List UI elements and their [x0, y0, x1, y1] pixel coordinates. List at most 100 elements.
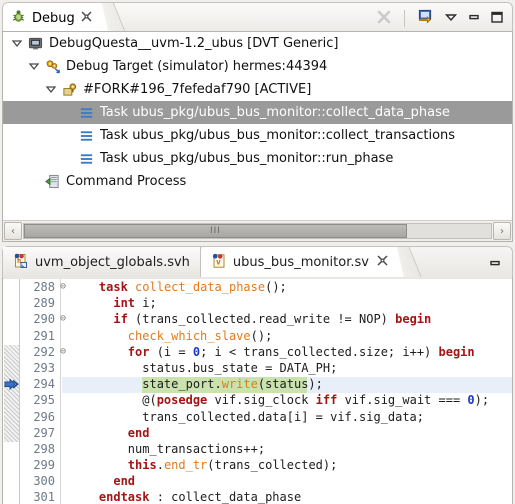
- code-line[interactable]: 301 endtask : collect_data_phase: [3, 490, 512, 504]
- disconnect-icon: [376, 9, 392, 28]
- code-line[interactable]: 300 end: [3, 474, 512, 490]
- tree-row[interactable]: Command Process: [3, 170, 512, 193]
- bug-icon: [11, 9, 26, 27]
- line-number: 291: [33, 328, 55, 343]
- code-line[interactable]: 296 trans_collected.data[i] = vif.sig_da…: [3, 410, 512, 426]
- fold-collapse-icon[interactable]: ⊖: [57, 346, 69, 357]
- debug-view-tabbar: Debug: [2, 2, 513, 33]
- code-text: state_port.write(status);: [142, 377, 323, 392]
- code-lines[interactable]: 288 ⊖ task collect_data_phase(); 289 int i…: [3, 280, 512, 504]
- tree-row[interactable]: Task ubus_pkg/ubus_bus_monitor::collect_…: [3, 101, 512, 124]
- debug-target-icon: [44, 59, 61, 74]
- code-line[interactable]: 299 this.end_tr(trans_collected);: [3, 458, 512, 474]
- close-icon[interactable]: [81, 11, 92, 25]
- tree-horizontal-scrollbar[interactable]: ‹ III ›: [3, 220, 512, 241]
- debug-tree-panel: DebugQuesta__uvm-1.2_ubus [DVT Generic] D…: [2, 31, 513, 242]
- tree-row[interactable]: Task ubus_pkg/ubus_bus_monitor::run_phas…: [3, 147, 512, 170]
- tab-debug[interactable]: Debug: [3, 3, 105, 33]
- line-number: 289: [33, 296, 55, 311]
- editor-area: h uvm_object_globals.svh v ubus_bus_monitor…: [0, 246, 515, 504]
- relaunch-icon[interactable]: [417, 9, 435, 28]
- scroll-track[interactable]: III: [23, 223, 492, 239]
- code-text: @(posedge vif.sig_clock iff vif.sig_wait…: [142, 393, 490, 408]
- tree-row-label: Task ubus_pkg/ubus_bus_monitor::run_phas…: [100, 151, 394, 166]
- sv-file-icon: v: [211, 253, 227, 273]
- tree-row[interactable]: DebugQuesta__uvm-1.2_ubus [DVT Generic]: [3, 32, 512, 55]
- debug-view: Debug DebugQuesta__uvm-1.2_ubus [DVT Gen…: [0, 0, 515, 244]
- line-number: 290: [33, 312, 55, 327]
- tree-row[interactable]: Task ubus_pkg/ubus_bus_monitor::collect_…: [3, 124, 512, 147]
- tree-row[interactable]: Debug Target (simulator) hermes:44394: [3, 55, 512, 78]
- code-editor[interactable]: 288 ⊖ task collect_data_phase(); 289 int i…: [2, 277, 513, 504]
- stackframe-icon: [78, 152, 95, 166]
- debug-view-toolbar: [376, 3, 504, 33]
- tree-row-label: Command Process: [66, 174, 187, 189]
- code-line[interactable]: 294 state_port.write(status);: [3, 377, 512, 394]
- tree-row[interactable]: #FORK#196_7fefedaf790 [ACTIVE]: [3, 78, 512, 101]
- toolbar-separator: [404, 9, 405, 27]
- editor-top-strip: [3, 277, 512, 279]
- editor-tab-label: ubus_bus_monitor.sv: [232, 255, 369, 270]
- tree-row-label: Task ubus_pkg/ubus_bus_monitor::collect_…: [100, 105, 450, 120]
- line-number: 293: [33, 360, 55, 375]
- code-text: trans_collected.data[i] = vif.sig_data;: [142, 409, 425, 424]
- tab-debug-label: Debug: [32, 10, 75, 26]
- line-number: 294: [33, 377, 55, 392]
- code-line[interactable]: 297 end: [3, 426, 512, 442]
- stackframe-icon: [78, 129, 95, 143]
- editor-tab[interactable]: v ubus_bus_monitor.sv: [200, 247, 399, 278]
- code-text: num_transactions++;: [127, 441, 266, 456]
- editor-tab[interactable]: h uvm_object_globals.svh: [3, 247, 201, 278]
- tree-row-label: DebugQuesta__uvm-1.2_ubus [DVT Generic]: [49, 36, 339, 51]
- line-number: 301: [33, 490, 55, 504]
- tree-row-label: Debug Target (simulator) hermes:44394: [66, 59, 328, 74]
- minimize-icon[interactable]: [467, 10, 481, 27]
- code-text: end: [113, 474, 136, 489]
- scroll-right-button[interactable]: ›: [493, 222, 511, 240]
- stackframe-icon: [78, 106, 95, 120]
- code-line[interactable]: 295 @(posedge vif.sig_clock iff vif.sig_…: [3, 393, 512, 409]
- line-number: 300: [33, 474, 55, 489]
- code-line[interactable]: 293 status.bus_state = DATA_PH;: [3, 361, 512, 377]
- svg-text:v: v: [216, 257, 221, 266]
- view-menu-icon[interactable]: [444, 10, 458, 27]
- code-line[interactable]: 291 check_which_slave();: [3, 329, 512, 345]
- code-text: status.bus_state = DATA_PH;: [142, 360, 338, 375]
- line-number: 299: [33, 458, 55, 473]
- code-line[interactable]: 288 ⊖ task collect_data_phase();: [3, 280, 512, 296]
- code-text: int i;: [113, 296, 157, 311]
- line-number: 295: [33, 393, 55, 408]
- code-text: if (trans_collected.read_write != NOP) b…: [113, 312, 432, 327]
- close-icon[interactable]: [377, 255, 388, 270]
- line-number: 297: [33, 425, 55, 440]
- scroll-left-button[interactable]: ‹: [4, 222, 22, 240]
- line-number: 296: [33, 409, 55, 424]
- maximize-icon[interactable]: [490, 10, 504, 27]
- code-text: this.end_tr(trans_collected);: [127, 458, 338, 473]
- chevron-down-icon[interactable]: [45, 83, 58, 96]
- thread-icon: [61, 82, 78, 97]
- code-text: for (i = 0; i < trans_collected.size; i+…: [127, 344, 475, 359]
- editor-tab-label: uvm_object_globals.svh: [35, 255, 190, 270]
- code-text: check_which_slave();: [127, 328, 273, 343]
- launch-icon: [27, 36, 44, 51]
- fold-collapse-icon[interactable]: ⊖: [57, 313, 69, 324]
- editor-tabbar: h uvm_object_globals.svh v ubus_bus_monitor…: [2, 246, 513, 278]
- code-text: endtask : collect_data_phase: [98, 490, 302, 504]
- scroll-thumb[interactable]: III: [24, 224, 407, 238]
- code-line[interactable]: 289 int i;: [3, 296, 512, 312]
- debug-tree[interactable]: DebugQuesta__uvm-1.2_ubus [DVT Generic] D…: [3, 32, 512, 220]
- code-line[interactable]: 298 num_transactions++;: [3, 442, 512, 458]
- chevron-down-icon[interactable]: [28, 60, 41, 73]
- code-text: end: [127, 425, 150, 440]
- editor-minimize-icon[interactable]: [488, 247, 502, 278]
- code-line[interactable]: 290 ⊖ if (trans_collected.read_write != N…: [3, 312, 512, 328]
- chevron-down-icon[interactable]: [11, 37, 24, 50]
- fold-collapse-icon[interactable]: ⊖: [57, 281, 69, 292]
- code-text: task collect_data_phase();: [98, 280, 287, 294]
- code-line[interactable]: 292 ⊖ for (i = 0; i < trans_collected.siz…: [3, 345, 512, 361]
